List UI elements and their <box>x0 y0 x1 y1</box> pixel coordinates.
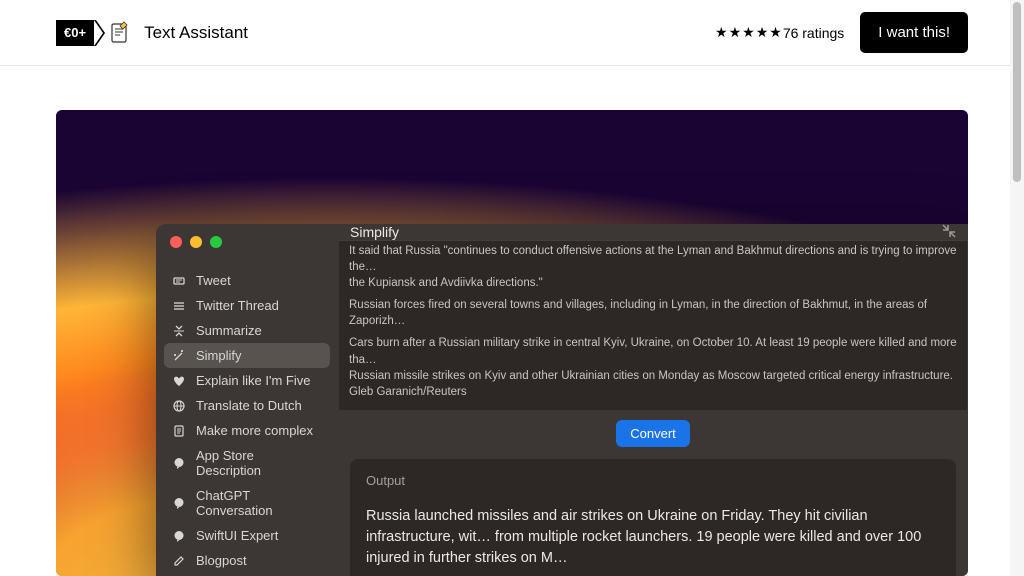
sidebar-item-label: Simplify <box>196 348 242 363</box>
page-scrollbar[interactable] <box>1010 0 1024 576</box>
sidebar-list: Tweet Twitter Thread Summarize Simplify Expl… <box>156 260 338 573</box>
sidebar-item-blogpost[interactable]: Blogpost <box>164 548 330 573</box>
sidebar-item-app-store-description[interactable]: App Store Description <box>164 443 330 483</box>
star-icon: ★ <box>729 24 742 41</box>
doc-icon <box>172 424 186 438</box>
heart-icon <box>172 374 186 388</box>
rating-stars[interactable]: ★ ★ ★ ★ ★ 76 ratings <box>715 24 844 41</box>
price-text: €0+ <box>64 25 86 40</box>
chat-icon <box>172 529 186 543</box>
sidebar-item-swiftui-expert[interactable]: SwiftUI Expert <box>164 523 330 548</box>
sidebar-item-summarize[interactable]: Summarize <box>164 318 330 343</box>
input-textarea[interactable]: It said that Russia "continues to conduc… <box>339 241 967 410</box>
sidebar-item-simplify[interactable]: Simplify <box>164 343 330 368</box>
ratings-count: 76 ratings <box>783 25 844 41</box>
sidebar-item-label: Blogpost <box>196 553 247 568</box>
close-window-button[interactable] <box>170 236 182 248</box>
header-right: ★ ★ ★ ★ ★ 76 ratings I want this! <box>715 12 968 53</box>
pencil-icon <box>172 554 186 568</box>
sidebar-item-label: Make more complex <box>196 423 313 438</box>
sidebar-item-label: Translate to Dutch <box>196 398 302 413</box>
tag-icon <box>172 274 186 288</box>
header-left: €0+ Text Assistant <box>56 20 248 46</box>
price-badge: €0+ <box>56 20 96 46</box>
fullscreen-window-button[interactable] <box>210 236 222 248</box>
sidebar-item-tweet[interactable]: Tweet <box>164 268 330 293</box>
sidebar-item-label: ChatGPT Conversation <box>196 488 322 518</box>
scrollbar-thumb[interactable] <box>1013 2 1021 182</box>
sidebar-item-label: Tweet <box>196 273 231 288</box>
sidebar-item-chatgpt-conversation[interactable]: ChatGPT Conversation <box>164 483 330 523</box>
star-icon: ★ <box>742 24 755 41</box>
product-logo-icon <box>110 21 130 45</box>
sidebar-item-twitter-thread[interactable]: Twitter Thread <box>164 293 330 318</box>
sidebar-item-make-more-complex[interactable]: Make more complex <box>164 418 330 443</box>
main-panel: Simplify It said that Russia "continues … <box>338 224 968 576</box>
sidebar-item-label: App Store Description <box>196 448 322 478</box>
chat-icon <box>172 456 186 470</box>
sidebar-item-label: Twitter Thread <box>196 298 279 313</box>
list-icon <box>172 299 186 313</box>
buy-button[interactable]: I want this! <box>860 12 968 53</box>
convert-button[interactable]: Convert <box>616 420 690 447</box>
app-window: Tweet Twitter Thread Summarize Simplify Expl… <box>156 224 968 576</box>
sidebar-item-label: SwiftUI Expert <box>196 528 278 543</box>
window-controls <box>156 224 338 260</box>
product-header: €0+ Text Assistant ★ ★ ★ ★ ★ 76 ratings … <box>0 0 1024 66</box>
star-icon: ★ <box>769 24 782 41</box>
output-label: Output <box>366 473 940 488</box>
wand-icon <box>172 349 186 363</box>
sidebar-item-translate-to-dutch[interactable]: Translate to Dutch <box>164 393 330 418</box>
collapse-icon <box>172 324 186 338</box>
globe-icon <box>172 399 186 413</box>
product-title: Text Assistant <box>144 23 248 43</box>
minimize-window-button[interactable] <box>190 236 202 248</box>
collapse-icon[interactable] <box>942 224 956 240</box>
hero-image: Tweet Twitter Thread Summarize Simplify Expl… <box>56 110 968 576</box>
chat-icon <box>172 496 186 510</box>
main-title: Simplify <box>350 224 399 240</box>
main-header: Simplify <box>338 224 968 241</box>
sidebar-item-explain-like-i-m-five[interactable]: Explain like I'm Five <box>164 368 330 393</box>
sidebar: Tweet Twitter Thread Summarize Simplify Expl… <box>156 224 338 576</box>
star-icon: ★ <box>756 24 769 41</box>
output-panel: Output Russia launched missiles and air … <box>350 459 956 576</box>
sidebar-item-label: Explain like I'm Five <box>196 373 310 388</box>
star-icon: ★ <box>715 24 728 41</box>
output-text: Russia launched missiles and air strikes… <box>366 506 940 569</box>
sidebar-item-label: Summarize <box>196 323 262 338</box>
convert-row: Convert <box>338 410 968 459</box>
